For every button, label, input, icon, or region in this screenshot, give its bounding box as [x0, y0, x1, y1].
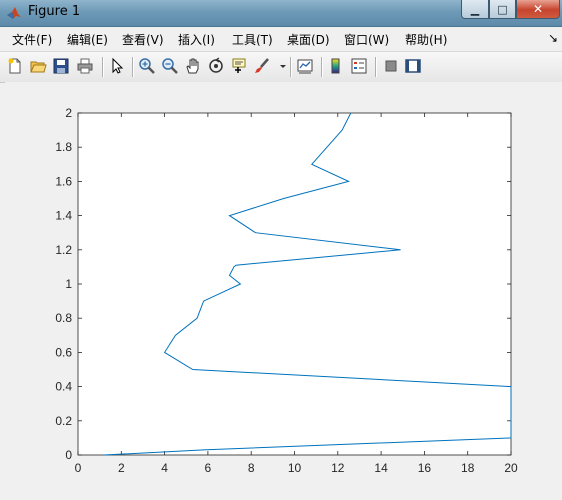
- x-tick-label: 8: [248, 461, 255, 475]
- toolbar-separator: [375, 57, 377, 77]
- menu-help[interactable]: 帮助(H): [405, 31, 447, 48]
- zoom-out-icon[interactable]: [161, 57, 179, 75]
- figure-window: Figure 1 ▁ □ ✕ 文件(F) 编辑(E) 查看(V) 插入(I) 工…: [0, 0, 562, 500]
- minimize-icon: ▁: [470, 2, 480, 16]
- show-plot-tools-icon[interactable]: [404, 57, 422, 75]
- menu-edit[interactable]: 编辑(E): [67, 31, 108, 48]
- toolbar-separator: [321, 57, 323, 77]
- colorbar-icon[interactable]: [327, 57, 345, 75]
- toolbar-separator: [290, 57, 292, 77]
- x-tick-label: 14: [374, 461, 388, 475]
- data-cursor-icon[interactable]: [230, 57, 248, 75]
- toolbar-separator: [102, 57, 104, 77]
- maximize-icon: □: [497, 2, 508, 16]
- y-tick-label: 0.2: [55, 414, 72, 428]
- menu-file[interactable]: 文件(F): [12, 31, 52, 48]
- line-plot[interactable]: 0 2 4 6 8 10 12 14 16 18 20 0 0.2 0.4 0.6 0.8 1 1.2 1.4 1.6…: [5, 82, 562, 500]
- y-tick-label: 2: [65, 106, 72, 120]
- menu-view[interactable]: 查看(V): [122, 31, 164, 48]
- minimize-button[interactable]: ▁: [461, 0, 489, 19]
- menu-window[interactable]: 窗口(W): [344, 31, 389, 48]
- y-tick-label: 1.8: [55, 140, 72, 154]
- y-tick-label: 0: [65, 448, 72, 462]
- rotate-3d-icon[interactable]: [207, 57, 225, 75]
- zoom-in-icon[interactable]: [138, 57, 156, 75]
- x-tick-label: 2: [118, 461, 125, 475]
- brush-dropdown-icon[interactable]: [274, 57, 286, 75]
- link-plot-icon[interactable]: [296, 57, 314, 75]
- x-tick-label: 16: [418, 461, 432, 475]
- menu-tools[interactable]: 工具(T): [232, 31, 273, 48]
- toolbar-separator: [132, 57, 134, 77]
- select-arrow-icon[interactable]: [108, 57, 126, 75]
- pan-hand-icon[interactable]: [184, 57, 202, 75]
- x-tick-label: 0: [75, 461, 82, 475]
- y-tick-label: 0.8: [55, 311, 72, 325]
- chevron-icon[interactable]: ↘: [548, 31, 558, 45]
- x-tick-label: 20: [504, 461, 518, 475]
- print-icon[interactable]: [76, 57, 94, 75]
- menu-bar: 文件(F) 编辑(E) 查看(V) 插入(I) 工具(T) 桌面(D) 窗口(W…: [0, 27, 562, 51]
- new-figure-icon[interactable]: [6, 57, 24, 75]
- figure-canvas: 0 2 4 6 8 10 12 14 16 18 20 0 0.2 0.4 0.6 0.8 1 1.2 1.4 1.6…: [5, 82, 562, 500]
- x-tick-label: 4: [161, 461, 168, 475]
- close-icon: ✕: [532, 2, 544, 16]
- window-title: Figure 1: [28, 4, 81, 19]
- y-tick-label: 0.4: [55, 380, 72, 394]
- x-tick-label: 12: [331, 461, 345, 475]
- menu-desktop[interactable]: 桌面(D): [287, 31, 330, 48]
- maximize-button[interactable]: □: [489, 0, 516, 19]
- y-tick-label: 1.6: [55, 174, 72, 188]
- menu-insert[interactable]: 插入(I): [178, 31, 215, 48]
- matlab-logo-icon: [6, 5, 22, 21]
- brush-icon[interactable]: [253, 57, 271, 75]
- x-tick-label: 10: [288, 461, 302, 475]
- axes-area[interactable]: [77, 112, 512, 456]
- figure-toolbar: [0, 51, 562, 83]
- y-tick-label: 1: [65, 277, 72, 291]
- x-tick-label: 6: [205, 461, 212, 475]
- title-bar[interactable]: Figure 1 ▁ □ ✕: [0, 0, 562, 27]
- legend-icon[interactable]: [350, 57, 368, 75]
- x-tick-label: 18: [461, 461, 475, 475]
- y-tick-label: 1.4: [55, 209, 72, 223]
- hide-plot-tools-icon[interactable]: [382, 57, 400, 75]
- y-tick-label: 0.6: [55, 345, 72, 359]
- y-tick-label: 1.2: [55, 243, 72, 257]
- open-file-icon[interactable]: [29, 57, 47, 75]
- save-icon[interactable]: [52, 57, 70, 75]
- close-button[interactable]: ✕: [516, 0, 560, 19]
